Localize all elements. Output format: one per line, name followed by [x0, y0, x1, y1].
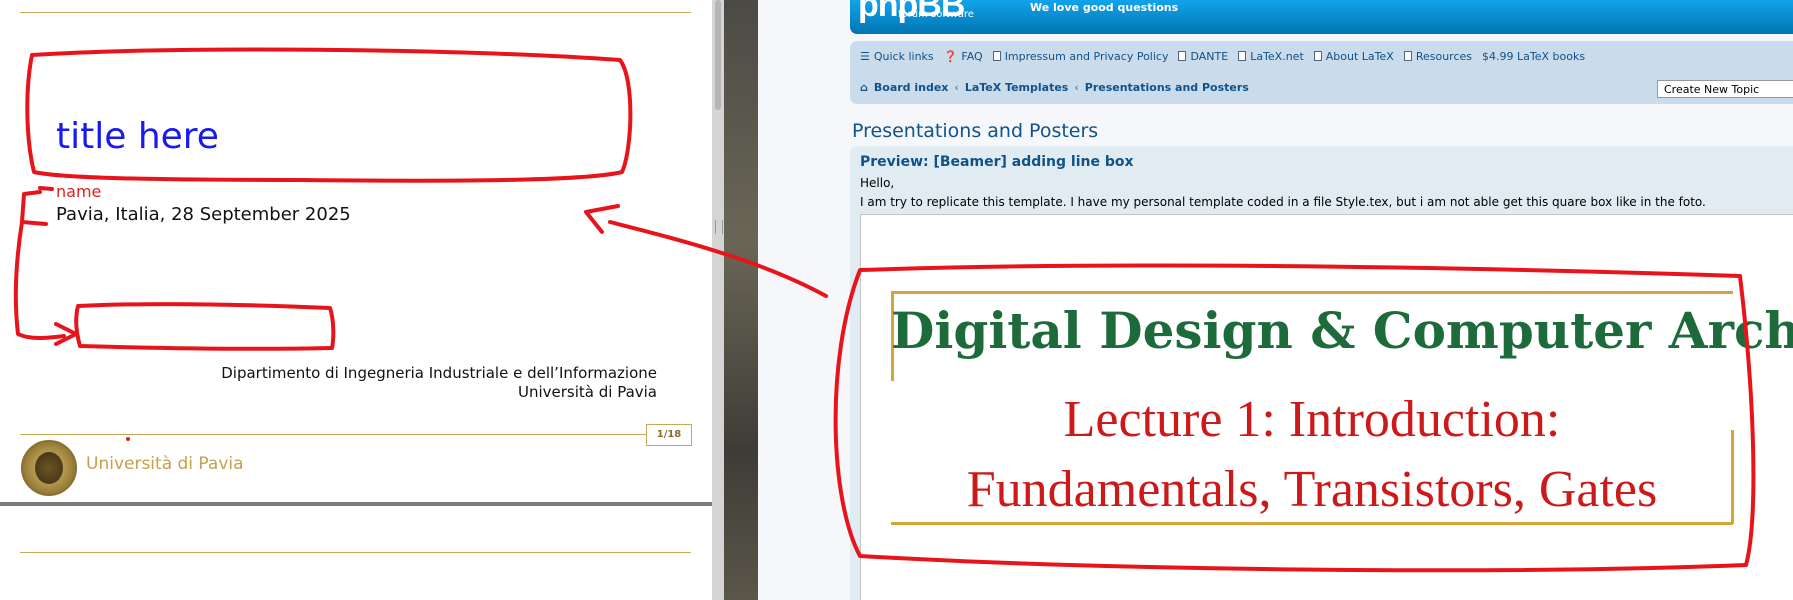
breadcrumb-presentations-posters[interactable]: Presentations and Posters	[1085, 81, 1249, 94]
footer-rule	[20, 434, 646, 435]
post-attached-image: Digital Design & Computer Arch. Lecture …	[860, 214, 1793, 600]
scrollbar-thumb[interactable]	[715, 0, 721, 110]
create-new-topic-button[interactable]: Create New Topic	[1657, 80, 1793, 98]
breadcrumb-board-index[interactable]: Board index	[874, 81, 949, 94]
forum-browser-pane: phpBB forum software We love good questi…	[758, 0, 1793, 600]
slide-author: name	[56, 182, 102, 201]
image-top-rule	[891, 291, 1733, 294]
header-rule	[20, 12, 691, 13]
phpbb-logo-subtitle: forum software	[898, 9, 974, 20]
image-lecture-title-line1: Lecture 1: Introduction:	[1063, 391, 1561, 448]
about-latex-label: About LaTeX	[1325, 49, 1394, 63]
chevron-left-icon: ‹	[954, 80, 959, 94]
breadcrumb: ⌂ Board index ‹ LaTeX Templates ‹ Presen…	[860, 79, 1249, 95]
resources-label: Resources	[1415, 49, 1472, 63]
preview-heading: Preview: [Beamer] adding line box	[860, 154, 1134, 170]
desktop-background	[724, 0, 758, 600]
quick-links-menu[interactable]: ☰ Quick links	[860, 50, 934, 63]
about-latex-link[interactable]: About LaTeX	[1313, 49, 1394, 63]
latex-books-link[interactable]: $4.99 LaTeX books	[1482, 50, 1585, 63]
beamer-slide-viewer: title here name Pavia, Italia, 28 Septem…	[0, 0, 712, 600]
page-number-badge: 1/18	[646, 424, 692, 446]
slide-institute: Dipartimento di Ingegneria Industriale e…	[221, 364, 657, 402]
question-icon: ❓	[943, 49, 958, 63]
grip-icon	[715, 220, 723, 234]
template-slide-image: Digital Design & Computer Arch. Lecture …	[891, 215, 1793, 600]
post-preview-panel: Preview: [Beamer] adding line box Hello,…	[850, 146, 1793, 600]
forum-header: phpBB forum software We love good questi…	[850, 0, 1793, 34]
page-separator	[0, 502, 712, 506]
footer-university-name: Università di Pavia	[86, 454, 244, 474]
document-icon	[992, 51, 1001, 61]
quick-links-bar: ☰ Quick links ❓ FAQ Impressum and Privac…	[860, 48, 1585, 64]
document-icon	[1178, 51, 1187, 61]
breadcrumb-latex-templates[interactable]: LaTeX Templates	[965, 81, 1069, 94]
dante-label: DANTE	[1190, 49, 1229, 63]
forum-navbar: ☰ Quick links ❓ FAQ Impressum and Privac…	[850, 41, 1793, 104]
faq-link[interactable]: ❓ FAQ	[944, 50, 983, 63]
document-icon	[1313, 51, 1322, 61]
university-seal-icon	[21, 440, 77, 496]
chevron-left-icon: ‹	[1074, 80, 1079, 94]
dante-link[interactable]: DANTE	[1178, 50, 1228, 63]
resources-link[interactable]: Resources	[1403, 49, 1472, 63]
post-greeting: Hello,	[860, 176, 895, 190]
latex-net-label: LaTeX.net	[1250, 49, 1304, 63]
image-course-title: Digital Design & Computer Arch.	[891, 301, 1793, 360]
latex-books-label: $4.99 LaTeX books	[1482, 49, 1586, 63]
hamburger-icon: ☰	[860, 49, 870, 63]
slide-university: Università di Pavia	[517, 383, 657, 401]
latex-net-link[interactable]: LaTeX.net	[1238, 50, 1304, 63]
impressum-label: Impressum and Privacy Policy	[1004, 49, 1169, 63]
annotation-dot	[126, 437, 130, 441]
quick-links-label: Quick links	[873, 49, 934, 63]
forum-title: Presentations and Posters	[852, 120, 1099, 142]
site-tagline: We love good questions	[1030, 1, 1179, 14]
post-text: I am try to replicate this template. I h…	[860, 195, 1706, 209]
next-slide-header-rule	[20, 552, 691, 553]
slide-location-date: Pavia, Italia, 28 September 2025	[56, 204, 351, 225]
faq-label: FAQ	[961, 49, 983, 63]
slide-title: title here	[56, 116, 219, 157]
impressum-link[interactable]: Impressum and Privacy Policy	[992, 49, 1169, 63]
document-icon	[1403, 51, 1412, 61]
home-icon: ⌂	[860, 80, 868, 94]
image-bottom-rule	[891, 522, 1733, 525]
slide-department: Dipartimento di Ingegneria Industriale e…	[221, 364, 657, 382]
image-lecture-title-line2: Fundamentals, Transistors, Gates	[966, 461, 1658, 518]
document-icon	[1238, 51, 1247, 61]
